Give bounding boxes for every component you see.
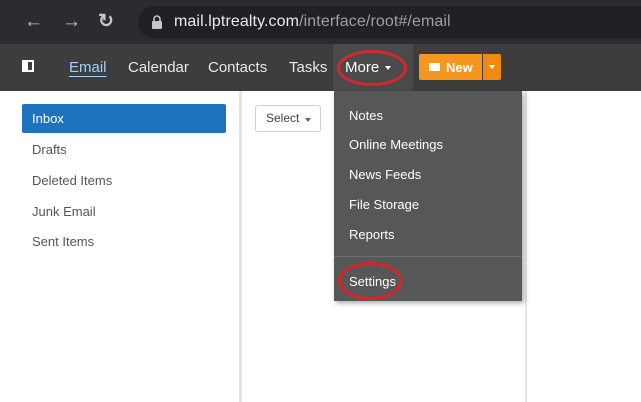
lock-icon (152, 15, 162, 29)
folder-junk-email[interactable]: Junk Email (22, 197, 226, 226)
url-text: mail.lptrealty.com/interface/root#/email (174, 13, 451, 31)
url-path: /interface/root#/email (299, 13, 451, 30)
menu-item-notes[interactable]: Notes (349, 108, 383, 123)
select-label: Select (266, 111, 300, 125)
nav-calendar[interactable]: Calendar (128, 59, 189, 76)
folder-drafts[interactable]: Drafts (22, 135, 226, 164)
menu-item-file-storage[interactable]: File Storage (349, 197, 419, 212)
list-divider (525, 91, 527, 402)
menu-item-reports[interactable]: Reports (349, 227, 395, 242)
envelope-icon (429, 63, 440, 71)
sidebar-divider (239, 91, 242, 402)
app-nav-bar: Email Calendar Contacts Tasks (0, 44, 641, 91)
menu-item-news-feeds[interactable]: News Feeds (349, 167, 421, 182)
new-label: New (446, 60, 473, 75)
chevron-down-icon (305, 118, 311, 122)
pane-toggle-icon[interactable] (22, 60, 34, 72)
folder-inbox[interactable]: Inbox (22, 104, 226, 133)
folder-sent-items[interactable]: Sent Items (22, 227, 226, 256)
url-host: mail.lptrealty.com (174, 13, 300, 30)
select-dropdown[interactable]: Select (255, 105, 321, 132)
menu-separator (334, 256, 522, 257)
nav-contacts[interactable]: Contacts (208, 59, 267, 76)
new-dropdown-button[interactable] (483, 54, 501, 80)
highlight-circle-settings (338, 262, 402, 300)
back-arrow-icon[interactable]: ← (24, 12, 43, 32)
new-button[interactable]: New (419, 54, 482, 80)
address-bar[interactable]: mail.lptrealty.com/interface/root#/email (138, 6, 641, 38)
highlight-circle-more (337, 50, 407, 86)
nav-email[interactable]: Email (69, 59, 107, 76)
nav-tasks[interactable]: Tasks (289, 59, 327, 76)
folder-deleted-items[interactable]: Deleted Items (22, 166, 226, 195)
menu-item-online-meetings[interactable]: Online Meetings (349, 137, 443, 152)
reload-icon[interactable]: ↻ (98, 12, 114, 32)
forward-arrow-icon[interactable]: → (62, 12, 81, 32)
browser-toolbar: ← → ↻ mail.lptrealty.com/interface/root#… (0, 0, 641, 44)
